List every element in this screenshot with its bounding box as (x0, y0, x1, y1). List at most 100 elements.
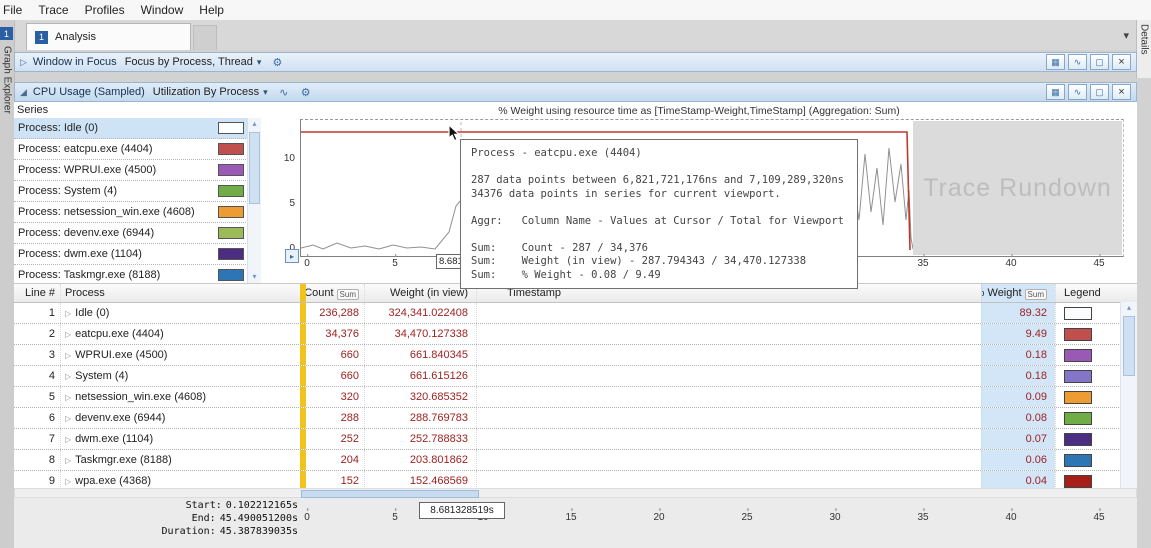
scroll-up-icon[interactable]: ▴ (1121, 302, 1137, 314)
series-item[interactable]: Process: eatcpu.exe (4404) (14, 139, 248, 160)
tab-list-caret-icon[interactable]: ▾ (1123, 29, 1129, 42)
y-axis-tick: 10 (283, 153, 295, 164)
row-expander-icon[interactable]: ▷ (65, 330, 71, 339)
scroll-up-icon[interactable]: ▴ (248, 118, 261, 130)
restore-icon[interactable]: ▢ (1090, 54, 1109, 70)
focus-filter-dropdown[interactable]: Focus by Process, Thread ▾ (123, 56, 264, 68)
scrollbar-thumb[interactable] (1123, 316, 1135, 376)
cell-timestamp (476, 387, 981, 407)
timeline-footer: Start: 0.102212165s End: 45.490051200s Dur… (14, 498, 1137, 548)
cell-timestamp (476, 450, 981, 470)
details-strip[interactable]: Details (1136, 20, 1151, 78)
caret-down-icon: ▾ (256, 56, 262, 67)
table-scrollbar[interactable]: ▴ (1120, 302, 1137, 489)
cell-process: ▷ Taskmgr.exe (8188) (60, 450, 300, 470)
col-header-legend[interactable]: Legend (1055, 284, 1119, 302)
series-item[interactable]: Process: netsession_win.exe (4608) (14, 202, 248, 223)
col-header-pct-weight[interactable]: % Weight Sum (981, 284, 1055, 302)
menu-item[interactable]: Help (191, 1, 232, 19)
series-item[interactable]: Process: devenv.exe (6944) (14, 223, 248, 244)
graph-type-icon[interactable]: ∿ (1068, 54, 1087, 70)
cell-pct-weight: 0.07 (981, 429, 1055, 449)
menu-item[interactable]: Trace (30, 1, 76, 19)
view-editor-gear-icon[interactable]: ⚙ (298, 86, 314, 99)
cell-legend (1055, 471, 1119, 489)
table-row[interactable]: 8 ▷ Taskmgr.exe (8188) 204 203.801862 0.… (14, 450, 1137, 471)
row-expander-icon[interactable]: ▷ (65, 372, 71, 381)
view-preset-dropdown[interactable]: Utilization By Process ▾ (151, 86, 270, 98)
cpu-usage-bar[interactable]: ◢ CPU Usage (Sampled) Utilization By Pro… (14, 82, 1137, 102)
table-row[interactable]: 6 ▷ devenv.exe (6944) 288 288.769783 0.0… (14, 408, 1137, 429)
expander-icon[interactable]: ▷ (20, 57, 27, 68)
table-row[interactable]: 1 ▷ Idle (0) 236,288 324,341.022408 89.3… (14, 303, 1137, 324)
popout-icon[interactable]: ▦ (1046, 84, 1065, 100)
process-name: wpa.exe (4368) (75, 475, 151, 487)
axis-tick: 45 (1093, 254, 1105, 269)
row-expander-icon[interactable]: ▷ (65, 351, 71, 360)
row-expander-icon[interactable]: ▷ (65, 435, 71, 444)
details-label: Details (1138, 24, 1150, 55)
col-header-line[interactable]: Line # (14, 284, 60, 302)
col-header-count[interactable]: Count Sum (306, 284, 364, 302)
tooltip-line: 34376 data points in series for current … (471, 187, 781, 200)
window-controls: ▦ ∿ ▢ × (1046, 54, 1131, 70)
tooltip-line: 287 data points between 6,821,721,176ns … (471, 174, 844, 186)
tab-analysis[interactable]: 1 Analysis (26, 23, 191, 50)
menu-item[interactable]: File (0, 1, 30, 19)
table-row[interactable]: 3 ▷ WPRUI.exe (4500) 660 661.840345 0.18 (14, 345, 1137, 366)
timeline-axis[interactable]: 051015202530354045 (14, 508, 1137, 532)
scrollbar-thumb[interactable] (249, 132, 260, 204)
horizontal-scrollbar[interactable] (14, 488, 1137, 498)
scrollbar-thumb[interactable] (301, 490, 479, 498)
row-expander-icon[interactable]: ▷ (65, 309, 71, 318)
gear-icon[interactable]: ⚙ (269, 56, 285, 69)
tooltip-line (471, 201, 847, 215)
cell-pct-weight: 0.08 (981, 408, 1055, 428)
cell-legend (1055, 303, 1119, 323)
menu-items: File Trace Profiles Window Help (0, 0, 1151, 20)
cell-timestamp (476, 471, 981, 489)
series-scrollbar[interactable]: ▴ ▾ (247, 118, 261, 283)
window-in-focus-bar[interactable]: ▷ Window in Focus Focus by Process, Thre… (14, 52, 1137, 72)
table-row[interactable]: 9 ▷ wpa.exe (4368) 152 152.468569 0.04 (14, 471, 1137, 489)
tooltip-line (471, 161, 847, 175)
series-item-label: Process: System (4) (18, 185, 118, 197)
menu-item[interactable]: Window (133, 1, 192, 19)
col-header-count-label: Count (306, 287, 334, 299)
row-expander-icon[interactable]: ▷ (65, 414, 71, 423)
table-body: 1 ▷ Idle (0) 236,288 324,341.022408 89.3… (14, 303, 1137, 489)
series-item[interactable]: Process: Taskmgr.exe (8188) (14, 265, 248, 283)
table-row[interactable]: 7 ▷ dwm.exe (1104) 252 252.788833 0.07 (14, 429, 1137, 450)
close-icon[interactable]: × (1112, 84, 1131, 100)
popout-icon[interactable]: ▦ (1046, 54, 1065, 70)
series-item[interactable]: Process: Idle (0) (14, 118, 248, 139)
table-row[interactable]: 4 ▷ System (4) 660 661.615126 0.18 (14, 366, 1137, 387)
menu-item[interactable]: Profiles (77, 1, 133, 19)
axis-tick: 20 (653, 508, 665, 523)
collapse-icon[interactable]: ◢ (20, 87, 27, 98)
cell-timestamp (476, 345, 981, 365)
legend-swatch (1064, 474, 1092, 488)
graph-explorer-strip[interactable]: 1 Graph Explorer (0, 20, 15, 548)
row-expander-icon[interactable]: ▷ (65, 456, 71, 465)
open-graph-icon[interactable]: ∿ (276, 86, 292, 99)
cell-pct-weight: 9.49 (981, 324, 1055, 344)
table-row[interactable]: 5 ▷ netsession_win.exe (4608) 320 320.68… (14, 387, 1137, 408)
table-row[interactable]: 2 ▷ eatcpu.exe (4404) 34,376 34,470.1273… (14, 324, 1137, 345)
tooltip-line: Sum: Count - 287 / 34,376 (471, 241, 649, 254)
graph-type-icon[interactable]: ∿ (1068, 84, 1087, 100)
series-item[interactable]: Process: System (4) (14, 181, 248, 202)
series-item-label: Process: eatcpu.exe (4404) (18, 143, 153, 155)
axis-flag-icon[interactable]: ▸ (285, 249, 299, 263)
series-item[interactable]: Process: WPRUI.exe (4500) (14, 160, 248, 181)
scroll-down-icon[interactable]: ▾ (248, 271, 261, 283)
cell-count: 252 (340, 433, 359, 445)
close-icon[interactable]: × (1112, 54, 1131, 70)
cell-weight: 288.769783 (364, 408, 476, 428)
row-expander-icon[interactable]: ▷ (65, 477, 71, 486)
col-header-process[interactable]: Process (60, 284, 300, 302)
row-expander-icon[interactable]: ▷ (65, 393, 71, 402)
restore-icon[interactable]: ▢ (1090, 84, 1109, 100)
series-item[interactable]: Process: dwm.exe (1104) (14, 244, 248, 265)
process-name: eatcpu.exe (4404) (75, 328, 164, 340)
